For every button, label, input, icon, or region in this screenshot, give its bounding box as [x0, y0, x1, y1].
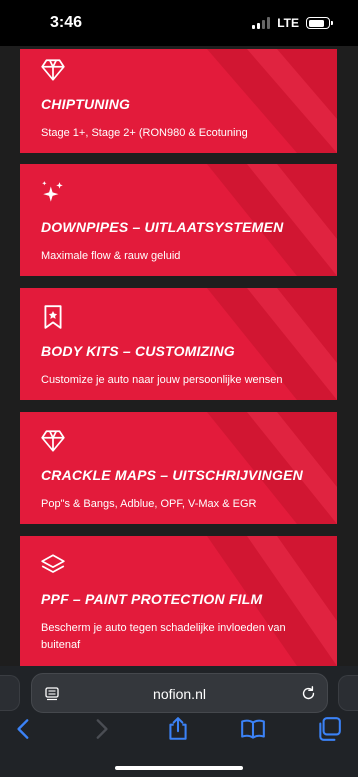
service-description: Maximale flow & rauw geluid [41, 250, 181, 262]
reload-icon[interactable] [300, 685, 317, 702]
service-card-downpipes[interactable]: DOWNPIPES – UITLAATSYSTEMEN Maximale flo… [20, 164, 337, 276]
bookmarks-icon[interactable] [240, 716, 266, 742]
battery-level [308, 19, 324, 27]
service-title: PPF – PAINT PROTECTION FILM [41, 591, 263, 607]
layers-icon [41, 554, 65, 573]
service-card-chiptuning[interactable]: CHIPTUNING Stage 1+, Stage 2+ (RON980 & … [20, 49, 337, 153]
service-title: DOWNPIPES – UITLAATSYSTEMEN [41, 219, 284, 235]
status-time: 3:46 [50, 14, 83, 31]
service-description: Bescherm je auto tegen schadelijke invlo… [41, 622, 286, 651]
url-text: nofion.nl [153, 686, 206, 702]
web-page[interactable]: CHIPTUNING Stage 1+, Stage 2+ (RON980 & … [0, 46, 358, 666]
service-title: BODY KITS – CUSTOMIZING [41, 343, 235, 359]
service-title: CHIPTUNING [41, 96, 131, 112]
back-icon[interactable] [11, 716, 37, 742]
service-title: CRACKLE MAPS – UITSCHRIJVINGEN [41, 467, 303, 483]
network-type: LTE [277, 16, 299, 30]
service-description: Pop"s & Bangs, Adblue, OPF, V-Max & EGR [41, 498, 257, 510]
service-card-ppf[interactable]: PPF – PAINT PROTECTION FILM Bescherm je … [20, 536, 337, 666]
share-icon[interactable] [165, 716, 191, 742]
tabs-icon[interactable] [316, 716, 342, 742]
next-tab-preview[interactable] [338, 675, 358, 711]
forward-icon[interactable] [88, 716, 114, 742]
bookmark-star-icon [44, 305, 62, 329]
previous-tab-preview[interactable] [0, 675, 20, 711]
service-card-body-kits[interactable]: BODY KITS – CUSTOMIZING Customize je aut… [20, 288, 337, 400]
service-description: Customize je auto naar jouw persoonlijke… [41, 374, 283, 386]
diamond-icon [41, 59, 65, 81]
address-bar[interactable]: nofion.nl [31, 673, 328, 713]
browser-toolbar [0, 716, 358, 744]
service-card-crackle-maps[interactable]: CRACKLE MAPS – UITSCHRIJVINGEN Pop"s & B… [20, 412, 337, 524]
browser-bar: nofion.nl [0, 666, 358, 777]
sparkles-icon [42, 181, 63, 202]
home-indicator[interactable] [115, 766, 243, 770]
battery-icon [306, 17, 333, 29]
status-indicators: LTE [252, 16, 333, 30]
service-description: Stage 1+, Stage 2+ (RON980 & Ecotuning [41, 127, 248, 139]
status-bar: 3:46 LTE [0, 0, 358, 46]
signal-icon [252, 17, 271, 29]
diamond-icon [41, 430, 65, 452]
